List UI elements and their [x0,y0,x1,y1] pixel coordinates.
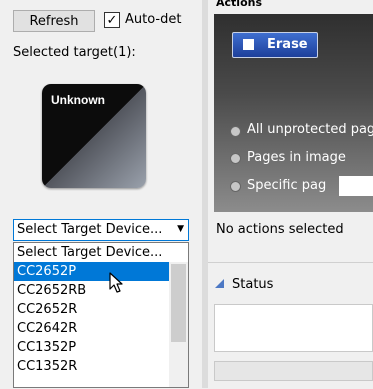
erase-tab[interactable]: Erase [232,32,318,58]
auto-detect-checkbox[interactable]: ✓ [104,12,120,28]
no-actions-text: No actions selected [216,222,344,237]
refresh-button-label: Refresh [29,13,79,29]
status-output-box [214,304,373,352]
device-tile[interactable]: Unknown [42,84,146,188]
refresh-button[interactable]: Refresh [13,10,95,32]
dropdown-item[interactable]: CC2642R [14,319,170,338]
selected-target-label: Selected target(1): [13,45,136,60]
right-panel: Actions Erase All unprotected pag Pages … [208,0,373,389]
dropdown-item[interactable]: Select Target Device... [14,243,188,262]
radio-specific-pages[interactable] [230,181,241,192]
left-panel: Refresh ✓ Auto-det Selected target(1): U… [0,0,202,388]
auto-detect-label: Auto-det [125,12,182,27]
dropdown-item[interactable]: CC1352R [14,357,170,376]
erase-checkbox[interactable] [243,39,254,50]
radio-specific-pages-label: Specific pag [247,178,327,193]
actions-panel: Erase All unprotected pag Pages in image… [214,14,373,212]
specific-pages-input[interactable] [339,176,373,196]
checkmark-icon: ✓ [106,12,118,28]
target-device-select-value: Select Target Device... [17,222,163,237]
dropdown-item[interactable]: CC1352P [14,338,170,357]
radio-pages-in-image-label: Pages in image [247,150,346,165]
status-progress-bar [214,361,373,381]
radio-pages-in-image[interactable] [230,153,241,164]
dropdown-item[interactable]: CC2652RB [14,281,170,300]
chevron-down-icon: ▼ [177,224,184,234]
actions-header: Actions [216,0,262,9]
target-device-select[interactable]: Select Target Device... ▼ [13,219,189,241]
device-tile-name: Unknown [51,93,105,107]
mouse-cursor-icon [109,272,123,293]
dropdown-item-highlighted[interactable]: CC2652P [14,262,170,281]
erase-tab-label: Erase [267,37,308,52]
dropdown-scrollbar[interactable] [169,262,188,387]
status-section: Status [208,262,373,389]
dropdown-item[interactable]: CC2652R [14,300,170,319]
dropdown-scrollbar-thumb[interactable] [171,264,186,342]
radio-all-unprotected-pages[interactable] [230,126,241,137]
radio-all-unprotected-pages-label: All unprotected pag [247,122,373,137]
target-device-dropdown-list[interactable]: Select Target Device... CC2652P CC2652RB… [13,242,189,388]
status-label: Status [232,277,274,292]
collapse-arrow-icon[interactable] [215,279,224,288]
